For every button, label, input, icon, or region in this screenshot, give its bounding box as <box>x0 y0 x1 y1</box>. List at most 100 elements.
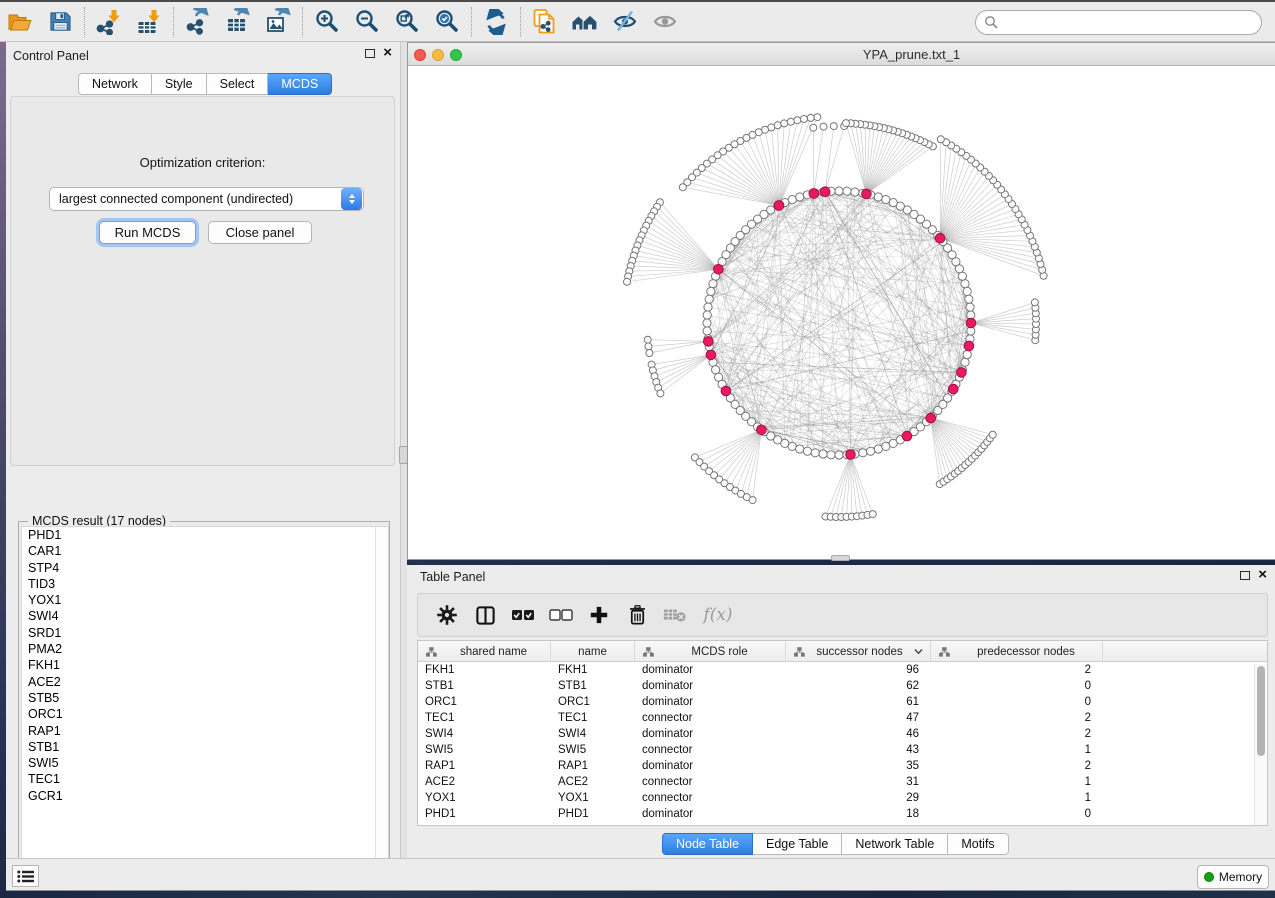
column-header-successor-nodes[interactable]: successor nodes <box>786 641 931 662</box>
mcds-result-item[interactable]: ORC1 <box>22 706 388 722</box>
table-tab-node-table[interactable]: Node Table <box>662 833 753 855</box>
control-panel: Control Panel × NetworkStyleSelectMCDS O… <box>6 42 401 858</box>
mcds-result-item[interactable]: SWI4 <box>22 608 388 624</box>
horizontal-splitter-handle[interactable] <box>831 555 850 561</box>
memory-button[interactable]: Memory <box>1197 865 1269 889</box>
mcds-result-item[interactable]: STB1 <box>22 739 388 755</box>
delete-table-button[interactable] <box>656 596 694 634</box>
delete-column-button[interactable] <box>618 596 656 634</box>
export-network-button[interactable] <box>178 4 218 40</box>
table-body: FKH1FKH1dominator962STB1STB1dominator620… <box>418 662 1267 822</box>
table-cell: connector <box>635 710 786 726</box>
mcds-result-item[interactable]: RAP1 <box>22 723 388 739</box>
save-session-button[interactable] <box>40 4 80 40</box>
table-settings-button[interactable] <box>428 596 466 634</box>
table-row[interactable]: PHD1PHD1dominator180 <box>418 806 1267 822</box>
clone-network-button[interactable] <box>525 4 565 40</box>
open-file-button[interactable] <box>0 4 40 40</box>
table-scrollbar-thumb[interactable] <box>1257 666 1265 756</box>
table-scrollbar-track[interactable] <box>1254 664 1266 825</box>
hide-selected-button[interactable] <box>605 4 645 40</box>
table-row[interactable]: ORC1ORC1dominator610 <box>418 694 1267 710</box>
table-row[interactable]: RAP1RAP1dominator352 <box>418 758 1267 774</box>
network-window-titlebar[interactable]: YPA_prune.txt_1 <box>408 43 1275 66</box>
tab-select[interactable]: Select <box>207 73 269 95</box>
search-input[interactable] <box>999 16 1261 30</box>
network-canvas[interactable] <box>408 66 1274 559</box>
float-panel-icon[interactable] <box>365 49 375 58</box>
show-hidden-button[interactable] <box>645 4 685 40</box>
column-header-MCDS-role[interactable]: MCDS role <box>635 641 786 662</box>
close-panel-icon[interactable]: × <box>383 48 392 58</box>
mcds-result-item[interactable]: SWI5 <box>22 755 388 771</box>
select-all-columns-button[interactable] <box>504 596 542 634</box>
first-neighbors-button[interactable] <box>565 4 605 40</box>
table-row[interactable]: SWI4SWI4dominator462 <box>418 726 1267 742</box>
mcds-result-item[interactable]: PHD1 <box>22 527 388 543</box>
column-header-predecessor-nodes[interactable]: predecessor nodes <box>931 641 1103 662</box>
mcds-result-item[interactable]: TEC1 <box>22 771 388 787</box>
dropdown-stepper-icon <box>341 188 362 210</box>
add-column-button[interactable] <box>580 596 618 634</box>
global-search-field[interactable] <box>975 10 1262 35</box>
table-cell: 2 <box>931 662 1103 678</box>
mcds-result-item[interactable]: CAR1 <box>22 543 388 559</box>
zoom-in-button[interactable] <box>307 4 347 40</box>
mcds-result-item[interactable]: TID3 <box>22 576 388 592</box>
table-cell: 47 <box>786 710 931 726</box>
mcds-result-item[interactable]: STP4 <box>22 560 388 576</box>
table-cell: SWI4 <box>418 726 551 742</box>
table-cell: 18 <box>786 806 931 822</box>
function-builder-button[interactable]: f(x) <box>694 596 742 634</box>
houses-icon <box>571 9 599 35</box>
criterion-value: largest connected component (undirected) <box>50 192 341 206</box>
mcds-result-item[interactable]: YOX1 <box>22 592 388 608</box>
table-tab-edge-table[interactable]: Edge Table <box>753 833 842 855</box>
table-cell: PHD1 <box>551 806 635 822</box>
tab-mcds[interactable]: MCDS <box>268 73 332 95</box>
export-table-button[interactable] <box>218 4 258 40</box>
table-cell: STB1 <box>418 678 551 694</box>
import-network-button[interactable] <box>89 4 129 40</box>
table-tab-network-table[interactable]: Network Table <box>842 833 948 855</box>
mcds-result-item[interactable]: ACE2 <box>22 674 388 690</box>
table-row[interactable]: YOX1YOX1connector291 <box>418 790 1267 806</box>
tab-style[interactable]: Style <box>152 73 207 95</box>
zoom-fit-button[interactable] <box>387 4 427 40</box>
mcds-result-item[interactable]: SRD1 <box>22 625 388 641</box>
eye-slash-icon <box>612 8 639 35</box>
table-tab-motifs[interactable]: Motifs <box>948 833 1008 855</box>
table-row[interactable]: TEC1TEC1connector472 <box>418 710 1267 726</box>
table-cell: ORC1 <box>418 694 551 710</box>
deselect-all-columns-button[interactable] <box>542 596 580 634</box>
mcds-result-item[interactable]: STB5 <box>22 690 388 706</box>
table-row[interactable]: FKH1FKH1dominator962 <box>418 662 1267 678</box>
mcds-result-list[interactable]: PHD1CAR1STP4TID3YOX1SWI4SRD1PMA2FKH1ACE2… <box>21 526 389 893</box>
run-mcds-button[interactable]: Run MCDS <box>99 221 196 244</box>
column-header-shared-name[interactable]: shared name <box>418 641 551 662</box>
mcds-result-item[interactable]: GCR1 <box>22 788 388 804</box>
tab-network[interactable]: Network <box>78 73 152 95</box>
zoom-selected-button[interactable] <box>427 4 467 40</box>
float-panel-icon[interactable] <box>1240 571 1250 580</box>
criterion-dropdown[interactable]: largest connected component (undirected) <box>49 187 364 211</box>
table-row[interactable]: ACE2ACE2connector311 <box>418 774 1267 790</box>
zoom-out-button[interactable] <box>347 4 387 40</box>
column-header-name[interactable]: name <box>551 641 635 662</box>
table-row[interactable]: SWI5SWI5connector431 <box>418 742 1267 758</box>
clone-network-icon <box>532 8 559 35</box>
task-history-button[interactable] <box>12 865 39 887</box>
checked-boxes-icon <box>511 608 535 622</box>
table-row[interactable]: STB1STB1dominator620 <box>418 678 1267 694</box>
show-column-panel-button[interactable] <box>466 596 504 634</box>
toolbar-separator <box>520 7 521 37</box>
mcds-result-item[interactable]: PMA2 <box>22 641 388 657</box>
mcds-result-item[interactable]: FKH1 <box>22 657 388 673</box>
list-scrollbar-track[interactable] <box>375 527 388 892</box>
table-cell: 2 <box>931 726 1103 742</box>
refresh-layout-button[interactable] <box>476 4 516 40</box>
close-panel-button[interactable]: Close panel <box>208 221 312 244</box>
close-panel-icon[interactable]: × <box>1258 570 1267 580</box>
import-table-button[interactable] <box>129 4 169 40</box>
export-image-button[interactable] <box>258 4 298 40</box>
